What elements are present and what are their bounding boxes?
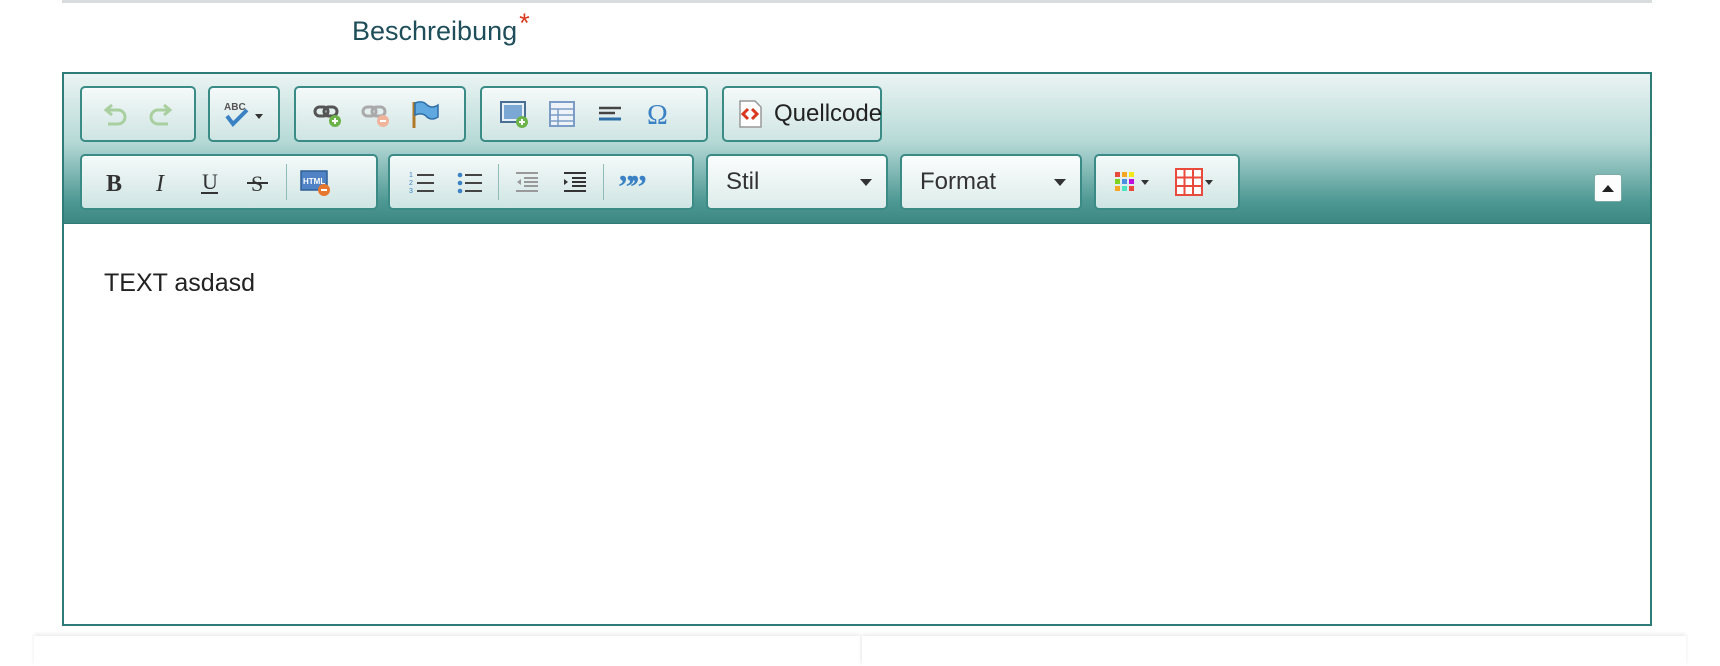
link-button[interactable]	[304, 91, 352, 137]
colors-group	[1094, 154, 1240, 210]
editor-content[interactable]: TEXT asdasd	[64, 225, 1650, 624]
bold-icon: B	[106, 171, 122, 197]
anchor-flag-icon	[412, 101, 439, 128]
svg-text:2: 2	[409, 180, 413, 187]
unlink-icon	[361, 105, 389, 127]
style-combo[interactable]: Stil	[706, 154, 888, 210]
svg-text:ABC: ABC	[224, 102, 246, 113]
numbered-list-icon: 1 2 3	[409, 172, 434, 195]
source-group: Quellcode	[722, 86, 882, 142]
links-group	[294, 86, 466, 142]
image-button[interactable]	[490, 91, 538, 137]
svg-text:B: B	[106, 171, 122, 197]
image-icon	[500, 101, 528, 128]
bulleted-list-button[interactable]	[446, 159, 494, 205]
spellcheck-abc-icon: ABC	[224, 102, 263, 128]
table-icon	[549, 101, 575, 127]
bold-button[interactable]: B	[90, 159, 138, 205]
source-code-button[interactable]: Quellcode	[732, 91, 884, 137]
svg-text:3: 3	[409, 188, 413, 195]
history-group	[80, 86, 196, 142]
svg-text:Ω: Ω	[647, 100, 668, 130]
anchor-button[interactable]	[400, 91, 448, 137]
blockquote-button[interactable]: ” ”	[608, 159, 656, 205]
format-combo[interactable]: Format	[900, 154, 1082, 210]
lower-card-left	[34, 636, 860, 666]
indent-button[interactable]	[551, 159, 599, 205]
bulleted-list-icon	[457, 172, 482, 194]
redo-icon	[149, 103, 173, 126]
italic-icon: I	[155, 171, 165, 197]
undo-icon	[103, 103, 127, 126]
style-combo-label: Stil	[726, 168, 760, 195]
field-label-text: Beschreibung	[352, 16, 518, 46]
rich-text-editor: ABC Ω Quellcode B I U S HTML 1 2 3 ” ” S…	[62, 72, 1652, 626]
source-code-label: Quellcode	[774, 100, 883, 127]
text-color-icon	[1115, 172, 1149, 191]
html-snippet-icon: HTML	[300, 170, 330, 196]
format-combo-label: Format	[920, 168, 997, 195]
unlink-button[interactable]	[352, 91, 400, 137]
underline-icon: U	[201, 169, 218, 194]
table-button[interactable]	[538, 91, 586, 137]
numbered-list-button[interactable]: 1 2 3	[398, 159, 446, 205]
blockquote-icon: ” ”	[618, 169, 647, 198]
spellcheck-button[interactable]: ABC	[218, 91, 270, 137]
lower-card-right	[862, 636, 1686, 666]
strikethrough-icon: S	[247, 171, 268, 196]
html-snippet-button[interactable]: HTML	[291, 159, 339, 205]
indent-icon	[564, 172, 586, 192]
outdent-button[interactable]	[503, 159, 551, 205]
toolbar-separator	[603, 164, 604, 200]
link-icon	[313, 105, 341, 127]
undo-button[interactable]	[90, 91, 138, 137]
chevron-down-icon	[860, 178, 872, 186]
required-marker: *	[519, 8, 530, 38]
basicstyles-group: B I U S HTML	[80, 154, 378, 210]
svg-text:”: ”	[630, 169, 647, 198]
top-divider	[62, 0, 1652, 3]
horizontal-rule-button[interactable]	[586, 91, 634, 137]
table-color-icon	[1175, 168, 1213, 196]
outdent-icon	[516, 172, 538, 192]
svg-text:I: I	[155, 171, 165, 197]
strikethrough-button[interactable]: S	[234, 159, 282, 205]
underline-button[interactable]: U	[186, 159, 234, 205]
svg-text:1: 1	[409, 172, 413, 179]
special-char-button[interactable]: Ω	[634, 91, 682, 137]
toolbar-separator	[498, 164, 499, 200]
insert-group: Ω	[480, 86, 708, 142]
italic-button[interactable]: I	[138, 159, 186, 205]
chevron-down-icon	[1054, 178, 1066, 186]
redo-button[interactable]	[138, 91, 186, 137]
editor-text: TEXT asdasd	[104, 269, 256, 297]
text-color-button[interactable]	[1102, 159, 1164, 205]
chevron-up-icon	[1602, 184, 1614, 192]
toolbar-separator	[286, 164, 287, 200]
svg-text:U: U	[202, 169, 218, 194]
spellcheck-group: ABC	[208, 86, 280, 142]
toolbar-collapse-button[interactable]	[1594, 174, 1622, 202]
source-code-icon	[739, 100, 762, 128]
horizontal-rule-icon	[599, 106, 621, 121]
field-label: Beschreibung*	[352, 8, 530, 47]
paragraph-group: 1 2 3 ” ”	[388, 154, 694, 210]
editor-toolbar: ABC Ω Quellcode B I U S HTML 1 2 3 ” ” S…	[64, 74, 1650, 224]
table-color-button[interactable]	[1164, 159, 1226, 205]
omega-special-char-icon: Ω	[647, 100, 668, 130]
